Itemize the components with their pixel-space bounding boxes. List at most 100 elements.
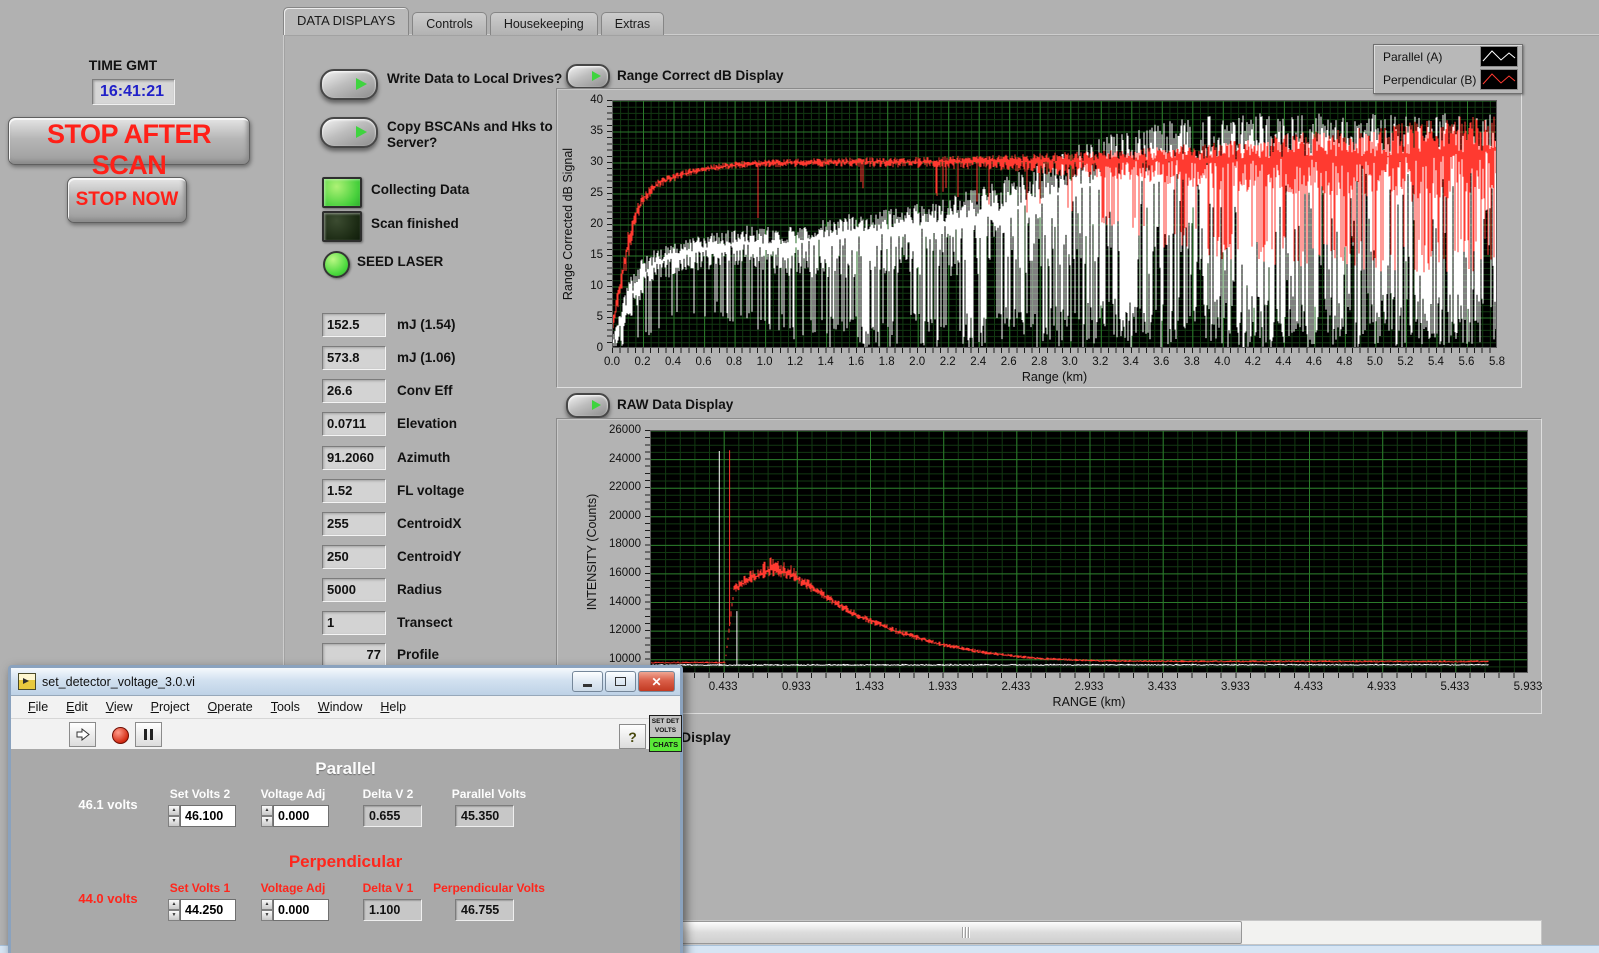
x-axis-tick-marks xyxy=(612,348,1497,353)
tab-housekeeping[interactable]: Housekeeping xyxy=(490,12,598,35)
y-axis-tick-marks xyxy=(607,100,612,348)
spinner-down-icon[interactable]: ▼ xyxy=(168,816,180,827)
raw-data-display-toggle[interactable] xyxy=(566,393,610,418)
menu-item-window[interactable]: Window xyxy=(309,700,371,714)
tab-extras[interactable]: Extras xyxy=(601,12,664,35)
plot-legend[interactable]: Parallel (A) Perpendicular (B) xyxy=(1373,44,1523,94)
voltage-adj-control: ▲▼ xyxy=(261,899,329,921)
x-tick-label: 0.0 xyxy=(604,356,620,368)
field-value-azimuth: 91.2060 xyxy=(322,446,386,470)
set-volts-1-input[interactable] xyxy=(180,899,236,921)
raw-data-ylabel: INTENSITY (Counts) xyxy=(585,493,599,609)
scan-finished-row: Scan finished xyxy=(322,211,459,242)
spinner-up-icon[interactable]: ▲ xyxy=(168,805,180,816)
field-value-transect: 1 xyxy=(322,611,386,635)
tab-strip: DATA DISPLAYSControlsHousekeepingExtras xyxy=(283,8,667,35)
field-row-mj-1-06: 573.8mJ (1.06) xyxy=(322,346,456,370)
collecting-data-led xyxy=(322,177,362,208)
vi-title-bar[interactable]: set_detector_voltage_3.0.vi ✕ xyxy=(11,668,680,696)
spinner-up-icon[interactable]: ▲ xyxy=(168,899,180,910)
legend-perpendicular-label: Perpendicular (B) xyxy=(1383,73,1480,87)
menu-item-edit[interactable]: Edit xyxy=(57,700,97,714)
tab-data-displays[interactable]: DATA DISPLAYS xyxy=(283,7,409,35)
y-tick-label: 25 xyxy=(590,187,603,199)
x-tick-label: 0.6 xyxy=(696,356,712,368)
x-tick-label: 0.933 xyxy=(782,681,811,693)
spinner-down-icon[interactable]: ▼ xyxy=(261,816,273,827)
voltage-adj-control: ▲▼ xyxy=(261,805,329,827)
copy-bscans-toggle-row: Copy BSCANs and Hks to Server? xyxy=(320,117,585,152)
horizontal-scrollbar[interactable] xyxy=(677,920,1542,945)
abort-icon[interactable] xyxy=(112,727,129,744)
x-tick-label: 2.4 xyxy=(970,356,986,368)
field-label-azimuth: Azimuth xyxy=(397,446,450,470)
field-value-profile: 77 xyxy=(322,643,386,667)
menu-item-tools[interactable]: Tools xyxy=(262,700,309,714)
perpendicular-heading: Perpendicular xyxy=(11,852,680,872)
copy-bscans-toggle[interactable] xyxy=(320,117,378,148)
stop-now-button[interactable]: STOP NOW xyxy=(67,177,187,223)
set-volts-2-input[interactable] xyxy=(180,805,236,827)
x-tick-label: 1.6 xyxy=(848,356,864,368)
set-volts-2-control: ▲▼ xyxy=(168,805,236,827)
spinner-down-icon[interactable]: ▼ xyxy=(168,910,180,921)
x-tick-label: 5.0 xyxy=(1367,356,1383,368)
set-det-volts-badge: SET DET VOLTS xyxy=(649,715,682,739)
help-button[interactable]: ? xyxy=(619,724,646,749)
help-icon: ? xyxy=(628,729,637,745)
x-tick-label: 0.8 xyxy=(726,356,742,368)
pause-button[interactable] xyxy=(135,722,162,747)
x-tick-label: 3.6 xyxy=(1153,356,1169,368)
spinner: ▲▼ xyxy=(168,805,180,827)
run-button[interactable] xyxy=(69,722,96,747)
y-tick-label: 20000 xyxy=(609,510,641,522)
close-button[interactable]: ✕ xyxy=(638,671,675,692)
vi-toolbar: ? xyxy=(11,719,680,750)
close-icon: ✕ xyxy=(651,675,661,689)
voltage-adj-input[interactable] xyxy=(273,805,329,827)
range-correct-display-toggle[interactable] xyxy=(566,64,610,89)
legend-row-perpendicular[interactable]: Perpendicular (B) xyxy=(1374,68,1522,91)
menu-item-operate[interactable]: Operate xyxy=(199,700,262,714)
legend-row-parallel[interactable]: Parallel (A) xyxy=(1374,45,1522,68)
labview-main-screen: TIME GMT 16:41:21 STOP AFTER SCAN STOP N… xyxy=(0,0,1599,953)
field-value-mj-1-54: 152.5 xyxy=(322,313,386,337)
delta-v-1-indicator: 1.100 xyxy=(363,899,422,921)
hidden-display-label: Display xyxy=(681,729,731,745)
menu-item-help[interactable]: Help xyxy=(371,700,415,714)
x-tick-label: 3.2 xyxy=(1092,356,1108,368)
x-tick-label: 2.6 xyxy=(1001,356,1017,368)
y-tick-label: 0 xyxy=(597,342,603,354)
y-axis-tick-marks xyxy=(645,430,650,673)
green-arrow-icon xyxy=(356,78,367,90)
seed-laser-led xyxy=(323,251,350,278)
spinner-down-icon[interactable]: ▼ xyxy=(261,910,273,921)
labview-vi-icon xyxy=(18,673,36,690)
parallel-heading: Parallel xyxy=(11,759,680,779)
spinner-up-icon[interactable]: ▲ xyxy=(261,899,273,910)
x-tick-label: 1.933 xyxy=(928,681,957,693)
field-label-mj-1-06: mJ (1.06) xyxy=(397,346,456,370)
menu-item-view[interactable]: View xyxy=(97,700,142,714)
y-tick-label: 18000 xyxy=(609,538,641,550)
menu-item-project[interactable]: Project xyxy=(142,700,199,714)
field-label-profile: Profile xyxy=(397,643,439,667)
raw-data-chart-title: RAW Data Display xyxy=(617,397,733,412)
minimize-button[interactable] xyxy=(572,671,603,692)
write-data-toggle-row: Write Data to Local Drives? xyxy=(320,69,585,100)
run-arrow-icon xyxy=(76,728,90,741)
y-tick-label: 26000 xyxy=(609,424,641,436)
spinner-up-icon[interactable]: ▲ xyxy=(261,805,273,816)
menu-item-file[interactable]: File xyxy=(19,700,57,714)
write-data-toggle[interactable] xyxy=(320,69,378,100)
x-tick-label: 3.933 xyxy=(1221,681,1250,693)
voltage-adj-input[interactable] xyxy=(273,899,329,921)
field-value-conv-eff: 26.6 xyxy=(322,379,386,403)
y-tick-label: 30 xyxy=(590,156,603,168)
perpendicular-volts-indicator: 46.755 xyxy=(455,899,514,921)
scrollbar-thumb[interactable] xyxy=(678,921,1242,944)
stop-after-scan-button[interactable]: STOP AFTER SCAN xyxy=(8,117,250,165)
field-value-fl-voltage: 1.52 xyxy=(322,479,386,503)
tab-controls[interactable]: Controls xyxy=(412,12,487,35)
maximize-button[interactable] xyxy=(605,671,636,692)
